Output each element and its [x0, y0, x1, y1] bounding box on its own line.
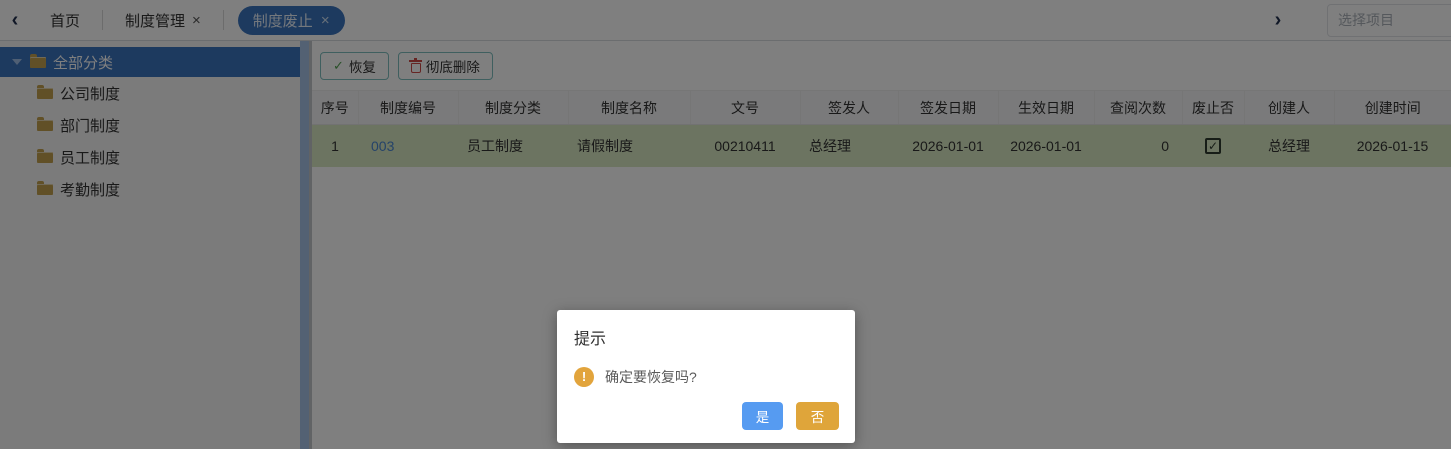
dialog-footer: 是 否	[742, 402, 839, 430]
dialog-body: ! 确定要恢复吗?	[557, 349, 855, 387]
confirm-restore-dialog: 提示 ! 确定要恢复吗? 是 否	[557, 310, 855, 443]
warning-icon: !	[574, 367, 594, 387]
no-button[interactable]: 否	[796, 402, 839, 430]
dialog-title: 提示	[557, 310, 855, 349]
yes-button[interactable]: 是	[742, 402, 783, 430]
app-window: ‹ 首页 制度管理 × 制度废止 × › 全部分类 公司制度	[0, 0, 1451, 449]
dialog-message: 确定要恢复吗?	[605, 367, 697, 387]
